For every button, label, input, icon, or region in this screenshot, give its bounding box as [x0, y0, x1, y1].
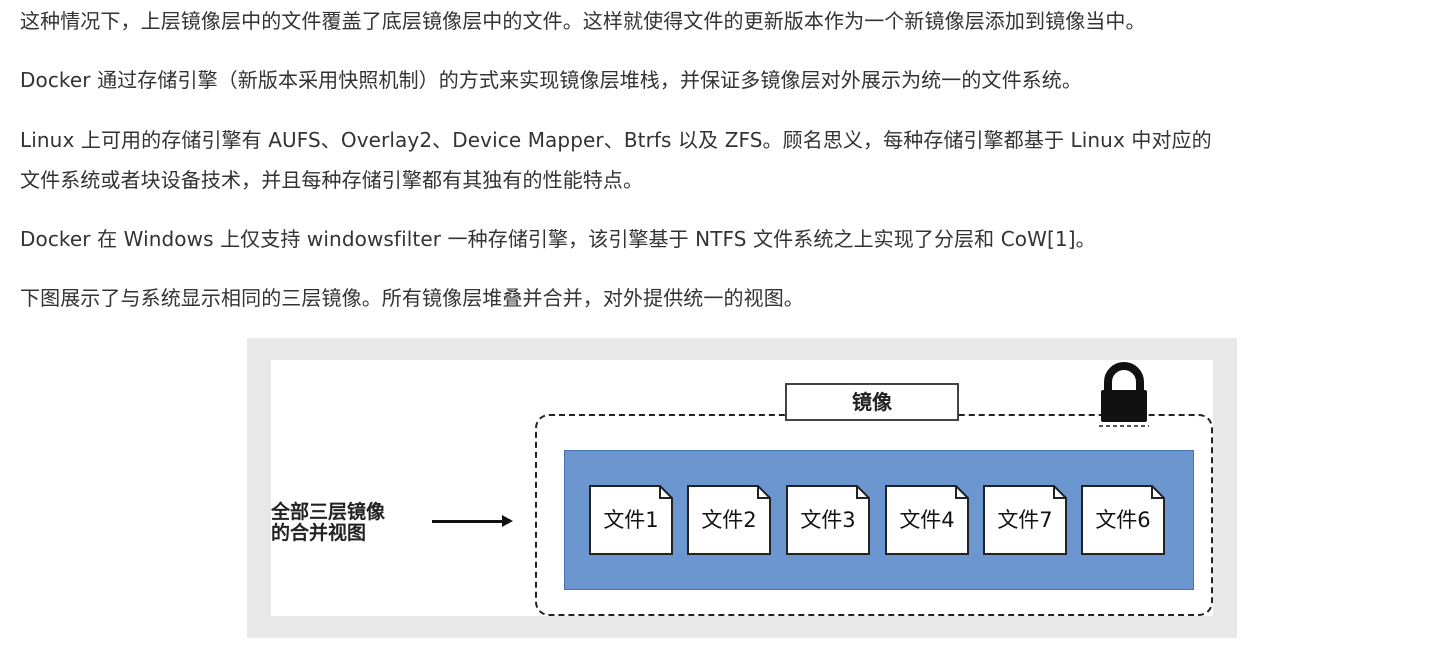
lock-icon [1095, 360, 1153, 432]
paragraph-5: 下图展示了与系统显示相同的三层镜像。所有镜像层堆叠并合并，对外提供统一的视图。 [20, 286, 804, 310]
figure-canvas: 全部三层镜像 的合并视图 镜像 文件1 文件2 文件3 文件4 文件7 文件6 [271, 360, 1213, 616]
file-label: 文件4 [899, 508, 955, 532]
file-card: 文件7 [983, 485, 1067, 555]
file-label: 文件6 [1095, 508, 1151, 532]
merged-view-label: 全部三层镜像 的合并视图 [271, 502, 431, 544]
image-title-box: 镜像 [785, 383, 959, 421]
paragraph-3-line-2: 文件系统或者块设备技术，并且每种存储引擎都有其独有的性能特点。 [20, 168, 644, 192]
file-label: 文件1 [603, 508, 659, 532]
file-label: 文件7 [997, 508, 1053, 532]
paragraph-2: Docker 通过存储引擎（新版本采用快照机制）的方式来实现镜像层堆栈，并保证多… [20, 68, 1082, 92]
file-card: 文件3 [786, 485, 870, 555]
paragraph-3-line-1: Linux 上可用的存储引擎有 AUFS、Overlay2、Device Map… [20, 128, 1212, 152]
file-card: 文件6 [1081, 485, 1165, 555]
arrow-line [432, 520, 504, 523]
merged-view-label-line-1: 全部三层镜像 [271, 501, 386, 523]
file-label: 文件3 [800, 508, 856, 532]
file-card: 文件2 [687, 485, 771, 555]
file-card: 文件4 [885, 485, 969, 555]
paragraph-1: 这种情况下，上层镜像层中的文件覆盖了底层镜像层中的文件。这样就使得文件的更新版本… [20, 9, 1146, 33]
file-label: 文件2 [701, 508, 757, 532]
arrow-right-icon [502, 515, 513, 527]
merged-view-label-line-2: 的合并视图 [271, 522, 367, 544]
image-layer-figure: 全部三层镜像 的合并视图 镜像 文件1 文件2 文件3 文件4 文件7 文件6 [247, 338, 1237, 638]
file-card: 文件1 [589, 485, 673, 555]
paragraph-4: Docker 在 Windows 上仅支持 windowsfilter 一种存储… [20, 227, 1096, 251]
